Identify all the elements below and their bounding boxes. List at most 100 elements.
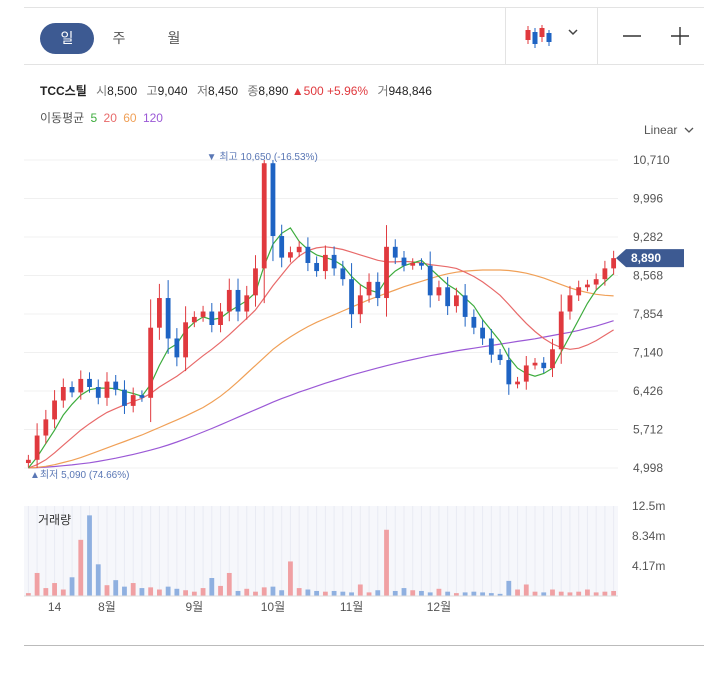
price-chart[interactable]: 10,710 9,996 9,282 8,568 7,854 7,140 6,426 5,71…: [0, 0, 722, 684]
x-tick-label: 10월: [261, 600, 285, 614]
volume-bar: [156, 589, 162, 596]
volume-bar: [279, 590, 285, 596]
volume-bar: [558, 591, 564, 596]
volume-bar: [122, 586, 127, 596]
volume-bar: [567, 592, 573, 596]
volume-bar: [471, 591, 477, 596]
candle-body: [331, 254, 337, 269]
volume-bar: [139, 588, 145, 596]
candle-body: [305, 246, 311, 263]
volume-panel: [24, 506, 618, 596]
y-tick-label: 4,998: [633, 461, 663, 475]
volume-bar: [69, 577, 75, 596]
candle-body: [471, 316, 477, 328]
candle-body: [253, 268, 258, 296]
volume-bar: [226, 572, 232, 596]
volume-bar: [611, 590, 617, 596]
candle-body: [130, 395, 136, 406]
candle-body: [392, 246, 398, 258]
y-tick-label: 7,854: [633, 307, 663, 321]
volume-bar: [148, 587, 154, 596]
candle-body: [270, 163, 276, 237]
candle-body: [113, 381, 119, 390]
candle-body: [296, 246, 302, 253]
candle-body: [550, 349, 555, 369]
volume-bar: [218, 585, 223, 596]
volume-title: 거래량: [38, 513, 71, 527]
candle-body: [375, 281, 381, 299]
volume-bar: [78, 539, 84, 596]
volume-bar: [357, 584, 363, 596]
candle-body: [156, 298, 162, 328]
volume-bar: [576, 591, 582, 596]
candle-body: [497, 354, 503, 361]
candle-body: [567, 295, 573, 312]
volume-bar: [165, 586, 171, 596]
x-tick-label: 14: [48, 600, 62, 614]
volume-bar: [95, 564, 101, 596]
volume-bar: [270, 586, 276, 596]
volume-bar: [375, 590, 381, 596]
volume-tick-label: 8.34m: [632, 529, 665, 543]
current-price-label: 8,890: [631, 251, 661, 265]
volume-bar: [235, 590, 241, 596]
volume-bar: [60, 589, 66, 596]
candle-body: [576, 287, 582, 296]
ma5-line: [27, 227, 615, 469]
candle-body: [183, 322, 189, 358]
candle-body: [148, 327, 154, 398]
candle-body: [611, 258, 617, 269]
candle-body: [43, 419, 49, 436]
candle-body: [445, 287, 451, 307]
volume-bar: [331, 590, 337, 596]
candle-body: [95, 387, 101, 398]
candle-body: [25, 459, 31, 464]
y-tick-label: 9,996: [633, 192, 663, 206]
candle-body: [191, 316, 197, 323]
volume-bar: [384, 529, 389, 596]
volume-bar: [550, 589, 555, 596]
volume-bar: [462, 592, 468, 596]
volume-bar: [419, 590, 424, 596]
candle-body: [52, 400, 57, 420]
volume-bar: [349, 592, 354, 596]
volume-bar: [585, 589, 590, 596]
candle-body: [340, 268, 346, 280]
candle-body: [235, 289, 241, 312]
candle-body: [506, 360, 512, 385]
y-tick-label: 10,710: [633, 153, 670, 167]
candle-body: [515, 381, 520, 385]
candle-body: [78, 378, 84, 393]
candle-body: [200, 311, 206, 317]
low-annotation: ▲최저 5,090 (74.66%): [30, 469, 129, 481]
candle-body: [261, 163, 267, 269]
candle-body: [174, 338, 180, 358]
x-tick-label: 12월: [427, 600, 451, 614]
volume-bar: [410, 590, 416, 596]
candle-body: [218, 311, 223, 325]
candle-body: [244, 295, 250, 312]
candle-body: [165, 298, 171, 339]
volume-bar: [445, 591, 451, 596]
volume-bar: [532, 591, 538, 596]
volume-bar: [314, 590, 320, 596]
volume-bar: [52, 583, 57, 596]
x-tick-label: 11월: [340, 600, 364, 614]
volume-bar: [113, 580, 119, 596]
candle-body: [593, 279, 599, 285]
candle-body: [585, 284, 590, 288]
candle-body: [322, 254, 328, 272]
volume-bar: [392, 590, 398, 596]
volume-bar: [366, 592, 372, 596]
candle-body: [209, 311, 215, 325]
candle-body: [288, 252, 293, 258]
candle-body: [357, 295, 363, 315]
volume-bar: [436, 588, 442, 596]
volume-bar: [209, 578, 215, 596]
y-tick-label: 7,140: [633, 346, 663, 360]
high-annotation: ▼ 최고 10,650 (-16.53%): [207, 151, 318, 163]
candle-body: [410, 262, 416, 266]
x-tick-label: 8월: [98, 600, 116, 614]
candle-body: [558, 311, 564, 350]
candle-body: [226, 289, 232, 312]
